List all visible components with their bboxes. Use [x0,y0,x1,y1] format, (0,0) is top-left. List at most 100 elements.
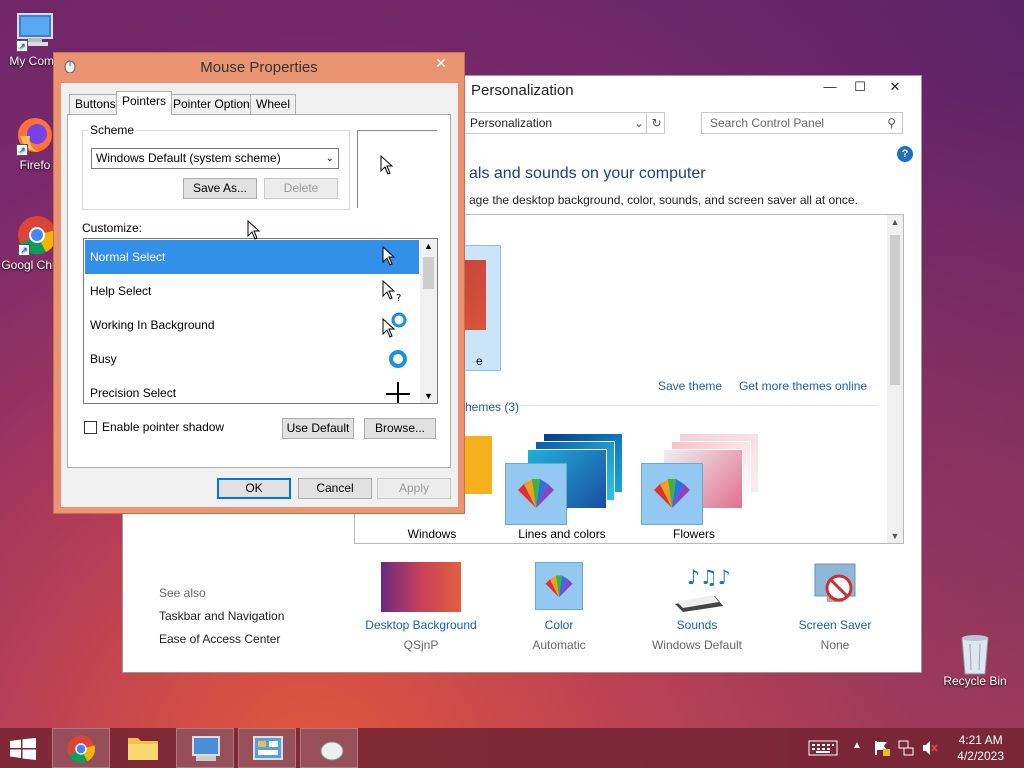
clock-time: 4:21 AM [958,733,1003,747]
search-icon[interactable]: ⚲ [887,113,896,133]
taskbar-file-explorer[interactable] [114,728,172,768]
desktop-background-item[interactable]: Desktop Background QSjnP [351,562,491,652]
theme-flowers[interactable]: Flowers [641,433,771,543]
color-item[interactable]: Color Automatic [489,562,629,652]
enable-pointer-shadow-label[interactable]: Enable pointer shadow [102,420,224,434]
list-item-busy[interactable]: Busy [85,342,419,376]
network-icon[interactable] [898,740,914,768]
cancel-button[interactable]: Cancel [298,478,372,499]
taskbar-personalization[interactable] [176,728,234,768]
arrow-cursor-icon [380,155,394,175]
theme-label: Flowers [672,527,715,541]
help-icon[interactable]: ? [897,146,913,162]
address-text: Personalization [470,116,553,130]
chevron-up-icon[interactable]: ▲ [887,217,903,227]
list-item-working-in-background[interactable]: Working In Background [85,308,419,342]
tab-wheel[interactable]: Wheel [250,94,297,114]
screen-saver-item[interactable]: Screen Saver None [765,562,905,652]
desktop-background-icon [381,562,461,612]
list-item-label: Normal Select [90,250,166,264]
scheme-value: Windows Default (system scheme) [96,151,281,165]
ease-of-access-link[interactable]: Ease of Access Center [159,632,280,646]
desktop-background-link[interactable]: Desktop Background [351,618,491,632]
arrow-cursor-icon [382,246,396,266]
chevron-up-icon[interactable]: ▲ [420,241,437,251]
monitor-icon [192,736,220,761]
sounds-link[interactable]: Sounds [627,618,767,632]
installed-themes-heading: hemes (3) [465,400,520,414]
mouse-cursor-icon [247,220,261,240]
themes-scrollbar[interactable]: ▲ ▼ [887,215,903,543]
folder-icon [128,738,158,760]
save-as-button[interactable]: Save As... [183,178,257,199]
chevron-up-icon[interactable]: ▲ [852,740,862,768]
taskbar: ▲ 4:21 AM 4/2/2023 [0,728,1024,768]
list-item-help-select[interactable]: Help Select ? [85,274,419,308]
close-button[interactable]: ✕ [873,76,917,100]
see-also-heading: See also [159,586,206,600]
taskbar-chrome[interactable] [52,728,110,768]
chevron-down-icon[interactable]: ▼ [420,391,437,401]
chevron-down-icon[interactable]: ▼ [887,531,903,541]
volume-muted-icon[interactable] [922,740,938,768]
search-input[interactable]: Search Control Panel ⚲ [701,112,903,134]
screen-saver-link[interactable]: Screen Saver [765,618,905,632]
ok-button[interactable]: OK [217,478,291,499]
taskbar-navigation-link[interactable]: Taskbar and Navigation [159,609,284,623]
customize-label: Customize: [82,221,143,235]
taskbar-clock[interactable]: 4:21 AM 4/2/2023 [957,732,1004,764]
crosshair-cursor-icon [386,382,410,403]
scrollbar-thumb[interactable] [890,235,900,385]
refresh-icon[interactable]: ↻ [646,113,666,133]
theme-lines-and-colors[interactable]: Lines and colors [505,433,635,543]
use-default-button[interactable]: Use Default [282,418,354,439]
scrollbar-thumb[interactable] [423,257,434,289]
browse-button[interactable]: Browse... [364,418,436,439]
working-cursor-icon [382,312,407,338]
list-item-label: Busy [90,352,117,366]
windows-logo-icon [10,738,36,760]
list-item-label: Help Select [90,284,152,298]
chrome-icon: ↗ [16,214,58,256]
delete-button[interactable]: Delete [264,178,338,199]
scheme-select[interactable]: Windows Default (system scheme) ⌄ [91,148,339,169]
pointer-list-scrollbar[interactable]: ▲ ▼ [420,239,437,403]
chevron-down-icon[interactable]: ⌄ [634,113,644,133]
close-button[interactable]: ✕ [424,53,458,73]
keyboard-icon[interactable] [808,740,838,768]
save-theme-link[interactable]: Save theme [658,379,722,393]
page-heading: als and sounds on your computer [469,165,706,182]
list-item-normal-select[interactable]: Normal Select [85,240,419,274]
recycle-bin-icon [954,630,996,675]
start-button[interactable] [10,738,36,760]
apply-button[interactable]: Apply [377,478,451,499]
color-link[interactable]: Color [489,618,629,632]
desktop-icon-recycle-bin[interactable]: Recycle Bin [938,630,1012,688]
minimize-button[interactable]: — [813,76,847,100]
dialog-body: Buttons Pointers Pointer Options Wheel S… [61,83,458,507]
color-value: Automatic [532,638,586,652]
chrome-icon [67,735,96,763]
pointer-list[interactable]: Normal Select Help Select ? Working In B… [83,238,438,404]
maximize-button[interactable]: ☐ [843,76,877,100]
window-title: Personalization [471,82,574,99]
tab-pointer-options[interactable]: Pointer Options [167,94,262,114]
action-center-flag-icon[interactable] [874,740,890,768]
desktop-background-value: QSjnP [403,638,439,652]
dialog-title: Mouse Properties [200,59,318,76]
busy-cursor-icon [389,350,407,368]
taskbar-mouse-properties[interactable] [300,728,358,768]
sounds-value: Windows Default [651,638,743,652]
tab-buttons[interactable]: Buttons [69,94,122,114]
color-swatch-icon [641,463,703,525]
get-more-themes-link[interactable]: Get more themes online [739,379,867,393]
tab-pointers[interactable]: Pointers [116,91,173,115]
control-panel-icon [253,736,283,760]
page-subheading: age the desktop background, color, sound… [469,193,858,207]
chevron-down-icon: ⌄ [325,153,334,164]
list-item-precision-select[interactable]: Precision Select [85,376,419,403]
address-bar[interactable]: Personalization ⌄ ↻ [461,112,665,134]
sounds-item[interactable]: ♪♫♪ Sounds Windows Default [627,562,767,652]
taskbar-control-panel[interactable] [238,728,296,768]
enable-pointer-shadow-checkbox[interactable] [84,421,97,434]
